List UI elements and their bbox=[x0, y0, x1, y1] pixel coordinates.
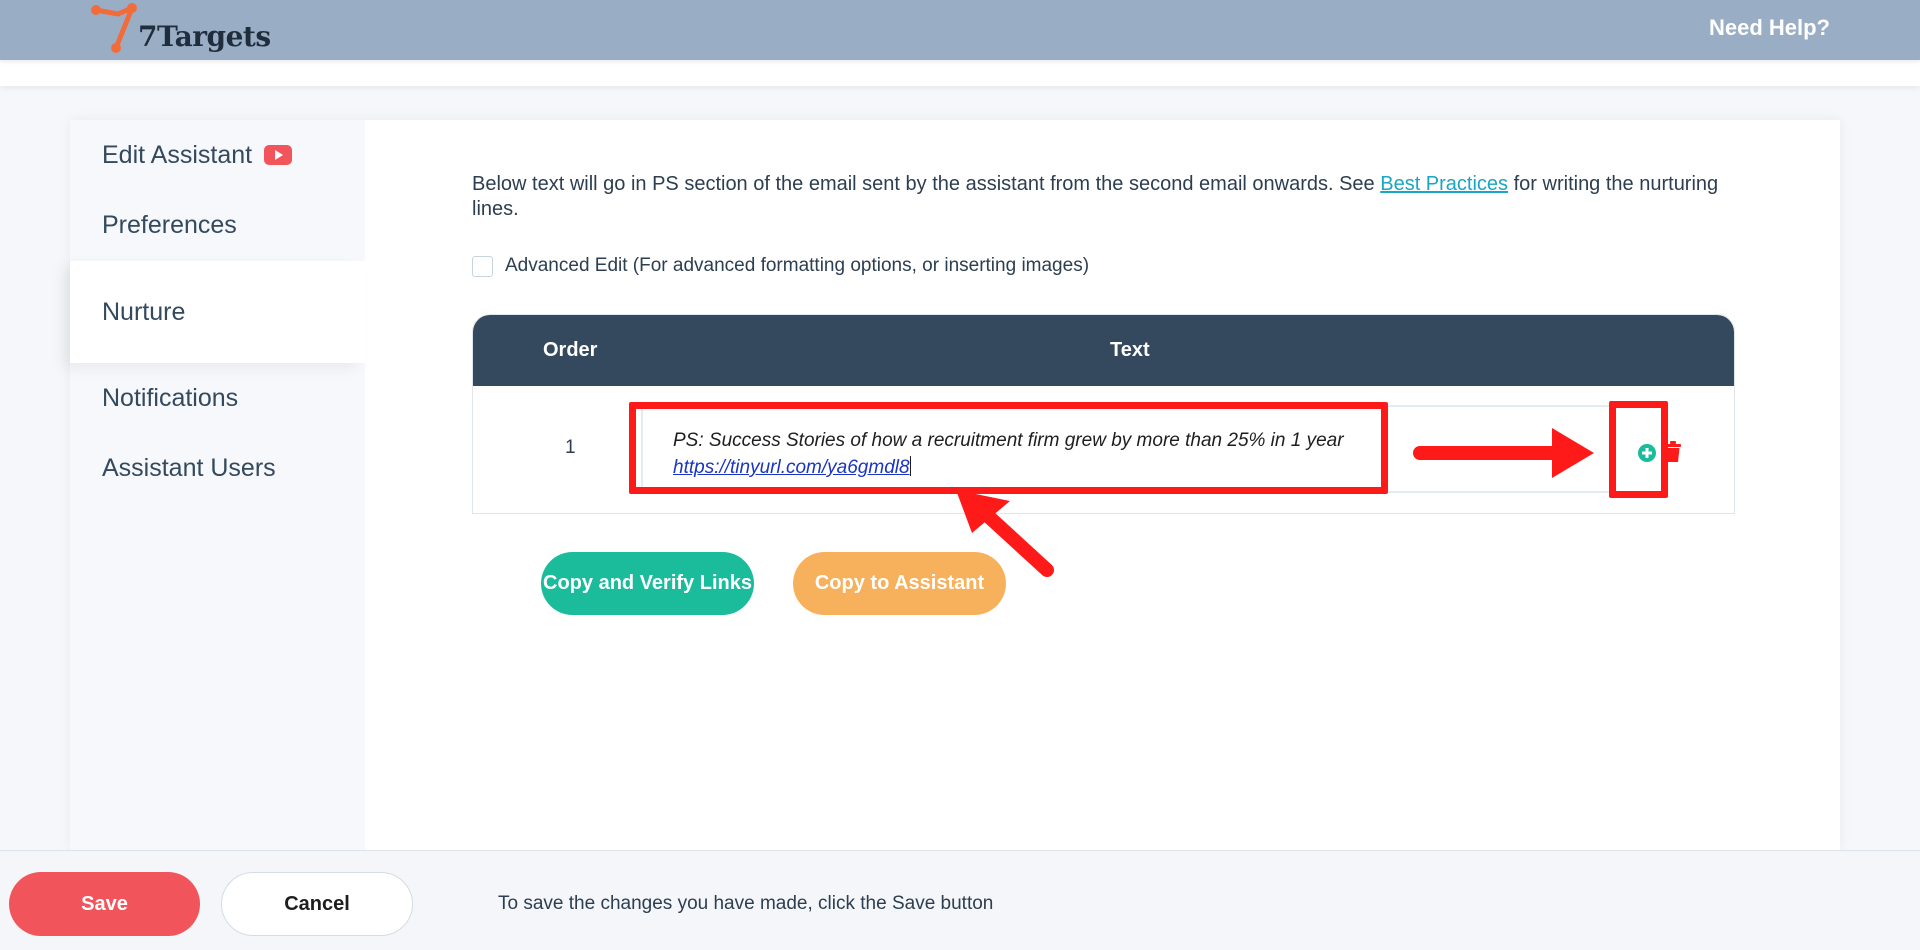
sidebar-item-nurture[interactable]: Nurture bbox=[70, 261, 365, 363]
intro-text: Below text will go in PS section of the … bbox=[472, 172, 1742, 222]
logo-text: 7Targets bbox=[138, 20, 271, 53]
column-header-order: Order bbox=[543, 339, 598, 361]
logo[interactable]: 7Targets bbox=[90, 2, 290, 54]
advanced-edit-row[interactable]: Advanced Edit (For advanced formatting o… bbox=[472, 255, 1089, 277]
row-order-number: 1 bbox=[565, 437, 576, 458]
save-hint-text: To save the changes you have made, click… bbox=[498, 893, 994, 914]
intro-text-part: Below text will go in PS section of the … bbox=[472, 173, 1381, 195]
sidebar-item-label: Assistant Users bbox=[102, 453, 276, 482]
bottom-action-bar: Save Cancel To save the changes you have… bbox=[0, 850, 1920, 950]
column-header-text: Text bbox=[1110, 339, 1150, 361]
annotation-highlight-text-box bbox=[629, 402, 1388, 494]
need-help-link[interactable]: Need Help? bbox=[1709, 15, 1830, 41]
copy-to-assistant-button[interactable]: Copy to Assistant bbox=[793, 552, 1006, 615]
sidebar-item-label: Edit Assistant bbox=[102, 140, 253, 169]
sidebar-item-preferences[interactable]: Preferences bbox=[70, 190, 365, 260]
sidebar: Edit Assistant Preferences Nurture Notif… bbox=[70, 120, 365, 850]
table-header: Order Text bbox=[473, 315, 1734, 386]
sidebar-item-label: Nurture bbox=[102, 297, 186, 326]
advanced-edit-checkbox[interactable] bbox=[472, 255, 493, 277]
sidebar-item-assistant-users[interactable]: Assistant Users bbox=[70, 433, 365, 503]
sidebar-item-edit-assistant[interactable]: Edit Assistant bbox=[70, 120, 365, 190]
top-header: 7Targets Need Help? bbox=[0, 0, 1920, 60]
save-button[interactable]: Save bbox=[9, 872, 200, 936]
sub-header-strip bbox=[0, 60, 1920, 86]
sidebar-item-label: Preferences bbox=[102, 210, 237, 239]
youtube-icon[interactable] bbox=[264, 145, 293, 165]
cancel-button[interactable]: Cancel bbox=[221, 872, 413, 936]
sidebar-item-label: Notifications bbox=[102, 383, 239, 412]
advanced-edit-label: Advanced Edit (For advanced formatting o… bbox=[505, 255, 1090, 276]
sidebar-item-notifications[interactable]: Notifications bbox=[70, 363, 365, 433]
best-practices-link[interactable]: Best Practices bbox=[1380, 173, 1508, 195]
annotation-highlight-add-icon bbox=[1609, 401, 1668, 498]
copy-and-verify-links-button[interactable]: Copy and Verify Links bbox=[541, 552, 754, 615]
